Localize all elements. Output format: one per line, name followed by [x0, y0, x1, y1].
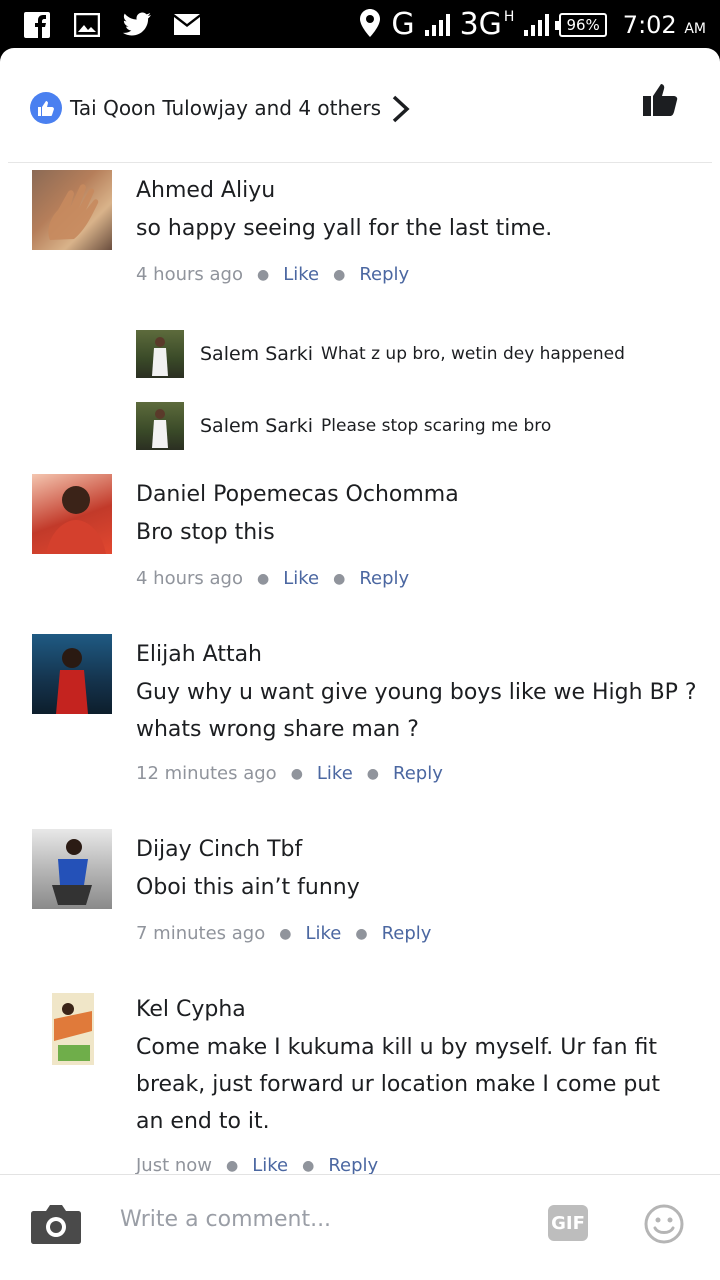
network-type: G	[391, 7, 415, 42]
comment-text-line: an end to it.	[136, 1109, 270, 1134]
avatar[interactable]	[32, 989, 112, 1069]
reply-link[interactable]: Reply	[359, 264, 409, 285]
signal-icon-2	[524, 14, 550, 36]
reply-author[interactable]: Salem Sarki	[200, 343, 313, 365]
separator: ●	[333, 266, 346, 283]
avatar[interactable]	[32, 634, 112, 714]
comment-text: Oboi this ain’t funny	[136, 875, 360, 900]
comment-text: Bro stop this	[136, 520, 275, 545]
network-sup: H	[503, 9, 515, 25]
reactors-text[interactable]: Tai Qoon Tulowjay and 4 others	[70, 96, 381, 120]
like-link[interactable]: Like	[317, 763, 353, 784]
camera-icon[interactable]	[30, 1203, 82, 1249]
twitter-icon	[122, 10, 152, 40]
separator: ●	[366, 765, 380, 782]
comment-meta: 7 minutes ago ● Like ● Reply	[136, 923, 431, 944]
separator: ●	[355, 925, 368, 942]
reply-text: What z up bro, wetin dey happened	[321, 344, 625, 364]
reply-link[interactable]: Reply	[382, 923, 432, 944]
comment-time: 7 minutes ago	[136, 923, 266, 944]
like-link[interactable]: Like	[252, 1155, 288, 1176]
separator: ●	[279, 925, 292, 942]
header-divider	[8, 162, 712, 163]
location-icon	[359, 8, 381, 42]
battery-indicator: 96%	[555, 13, 607, 37]
reply-item[interactable]: Salem Sarki What z up bro, wetin dey hap…	[136, 330, 625, 378]
reactions-header[interactable]: Tai Qoon Tulowjay and 4 others	[0, 48, 720, 163]
comment-time: 12 minutes ago	[136, 763, 277, 784]
reply-author[interactable]: Salem Sarki	[200, 415, 313, 437]
comments-sheet: Tai Qoon Tulowjay and 4 others Ahmed Ali…	[0, 48, 720, 1280]
comment-author[interactable]: Dijay Cinch Tbf	[136, 837, 302, 862]
comment-author[interactable]: Kel Cypha	[136, 997, 246, 1022]
status-bar: G 3G H 96% 7:02 AM	[0, 0, 720, 50]
separator: ●	[290, 765, 303, 782]
reply-avatar	[136, 402, 184, 450]
clock: 7:02 AM	[622, 11, 706, 39]
comment-input[interactable]: Write a comment...	[120, 1207, 331, 1232]
comment-text: so happy seeing yall for the last time.	[136, 216, 553, 241]
separator: ●	[333, 570, 346, 587]
separator: ●	[256, 266, 270, 283]
comment-time: 4 hours ago	[136, 568, 243, 589]
facebook-icon	[22, 10, 52, 40]
like-reaction-icon	[30, 92, 62, 124]
emoji-icon[interactable]	[643, 1203, 685, 1249]
signal-icon	[424, 14, 450, 36]
separator: ●	[302, 1157, 315, 1174]
comment-author[interactable]: Elijah Attah	[136, 642, 262, 667]
like-button[interactable]	[642, 82, 680, 122]
comment-meta: Just now ● Like ● Reply	[136, 1155, 378, 1176]
reply-item[interactable]: Salem Sarki Please stop scaring me bro	[136, 402, 551, 450]
comment-text: Come make I kukuma kill u by myself. Ur …	[136, 1035, 658, 1060]
avatar[interactable]	[32, 474, 112, 554]
chevron-right-icon[interactable]	[390, 94, 412, 128]
gallery-icon	[72, 10, 102, 40]
like-link[interactable]: Like	[305, 923, 341, 944]
comment-meta: 12 minutes ago ● Like ● Reply	[136, 763, 443, 784]
comment-time: 4 hours ago	[136, 264, 243, 285]
comment-author[interactable]: Daniel Popemecas Ochomma	[136, 482, 459, 507]
network-type-2: 3G	[459, 7, 502, 42]
mail-icon	[172, 10, 202, 40]
comment-text-line: whats wrong share man ?	[136, 717, 419, 742]
comment-time: Just now	[136, 1155, 213, 1176]
comment-author[interactable]: Ahmed Aliyu	[136, 178, 275, 203]
comment-meta: 4 hours ago ● Like ● Reply	[136, 568, 409, 589]
reply-link[interactable]: Reply	[393, 763, 443, 784]
comment-text-line: break, just forward ur location make I c…	[136, 1072, 660, 1097]
comment-meta: 4 hours ago ● Like ● Reply	[136, 264, 409, 285]
reply-link[interactable]: Reply	[359, 568, 409, 589]
avatar[interactable]	[32, 170, 112, 250]
reply-avatar	[136, 330, 184, 378]
separator: ●	[256, 570, 270, 587]
comment-composer: Write a comment... GIF	[0, 1174, 720, 1280]
reply-text: Please stop scaring me bro	[321, 416, 552, 436]
separator: ●	[226, 1157, 239, 1174]
avatar[interactable]	[32, 829, 112, 909]
like-link[interactable]: Like	[283, 264, 319, 285]
reply-link[interactable]: Reply	[328, 1155, 378, 1176]
like-link[interactable]: Like	[283, 568, 319, 589]
gif-button[interactable]: GIF	[548, 1205, 588, 1241]
comment-text: Guy why u want give young boys like we H…	[136, 680, 697, 705]
